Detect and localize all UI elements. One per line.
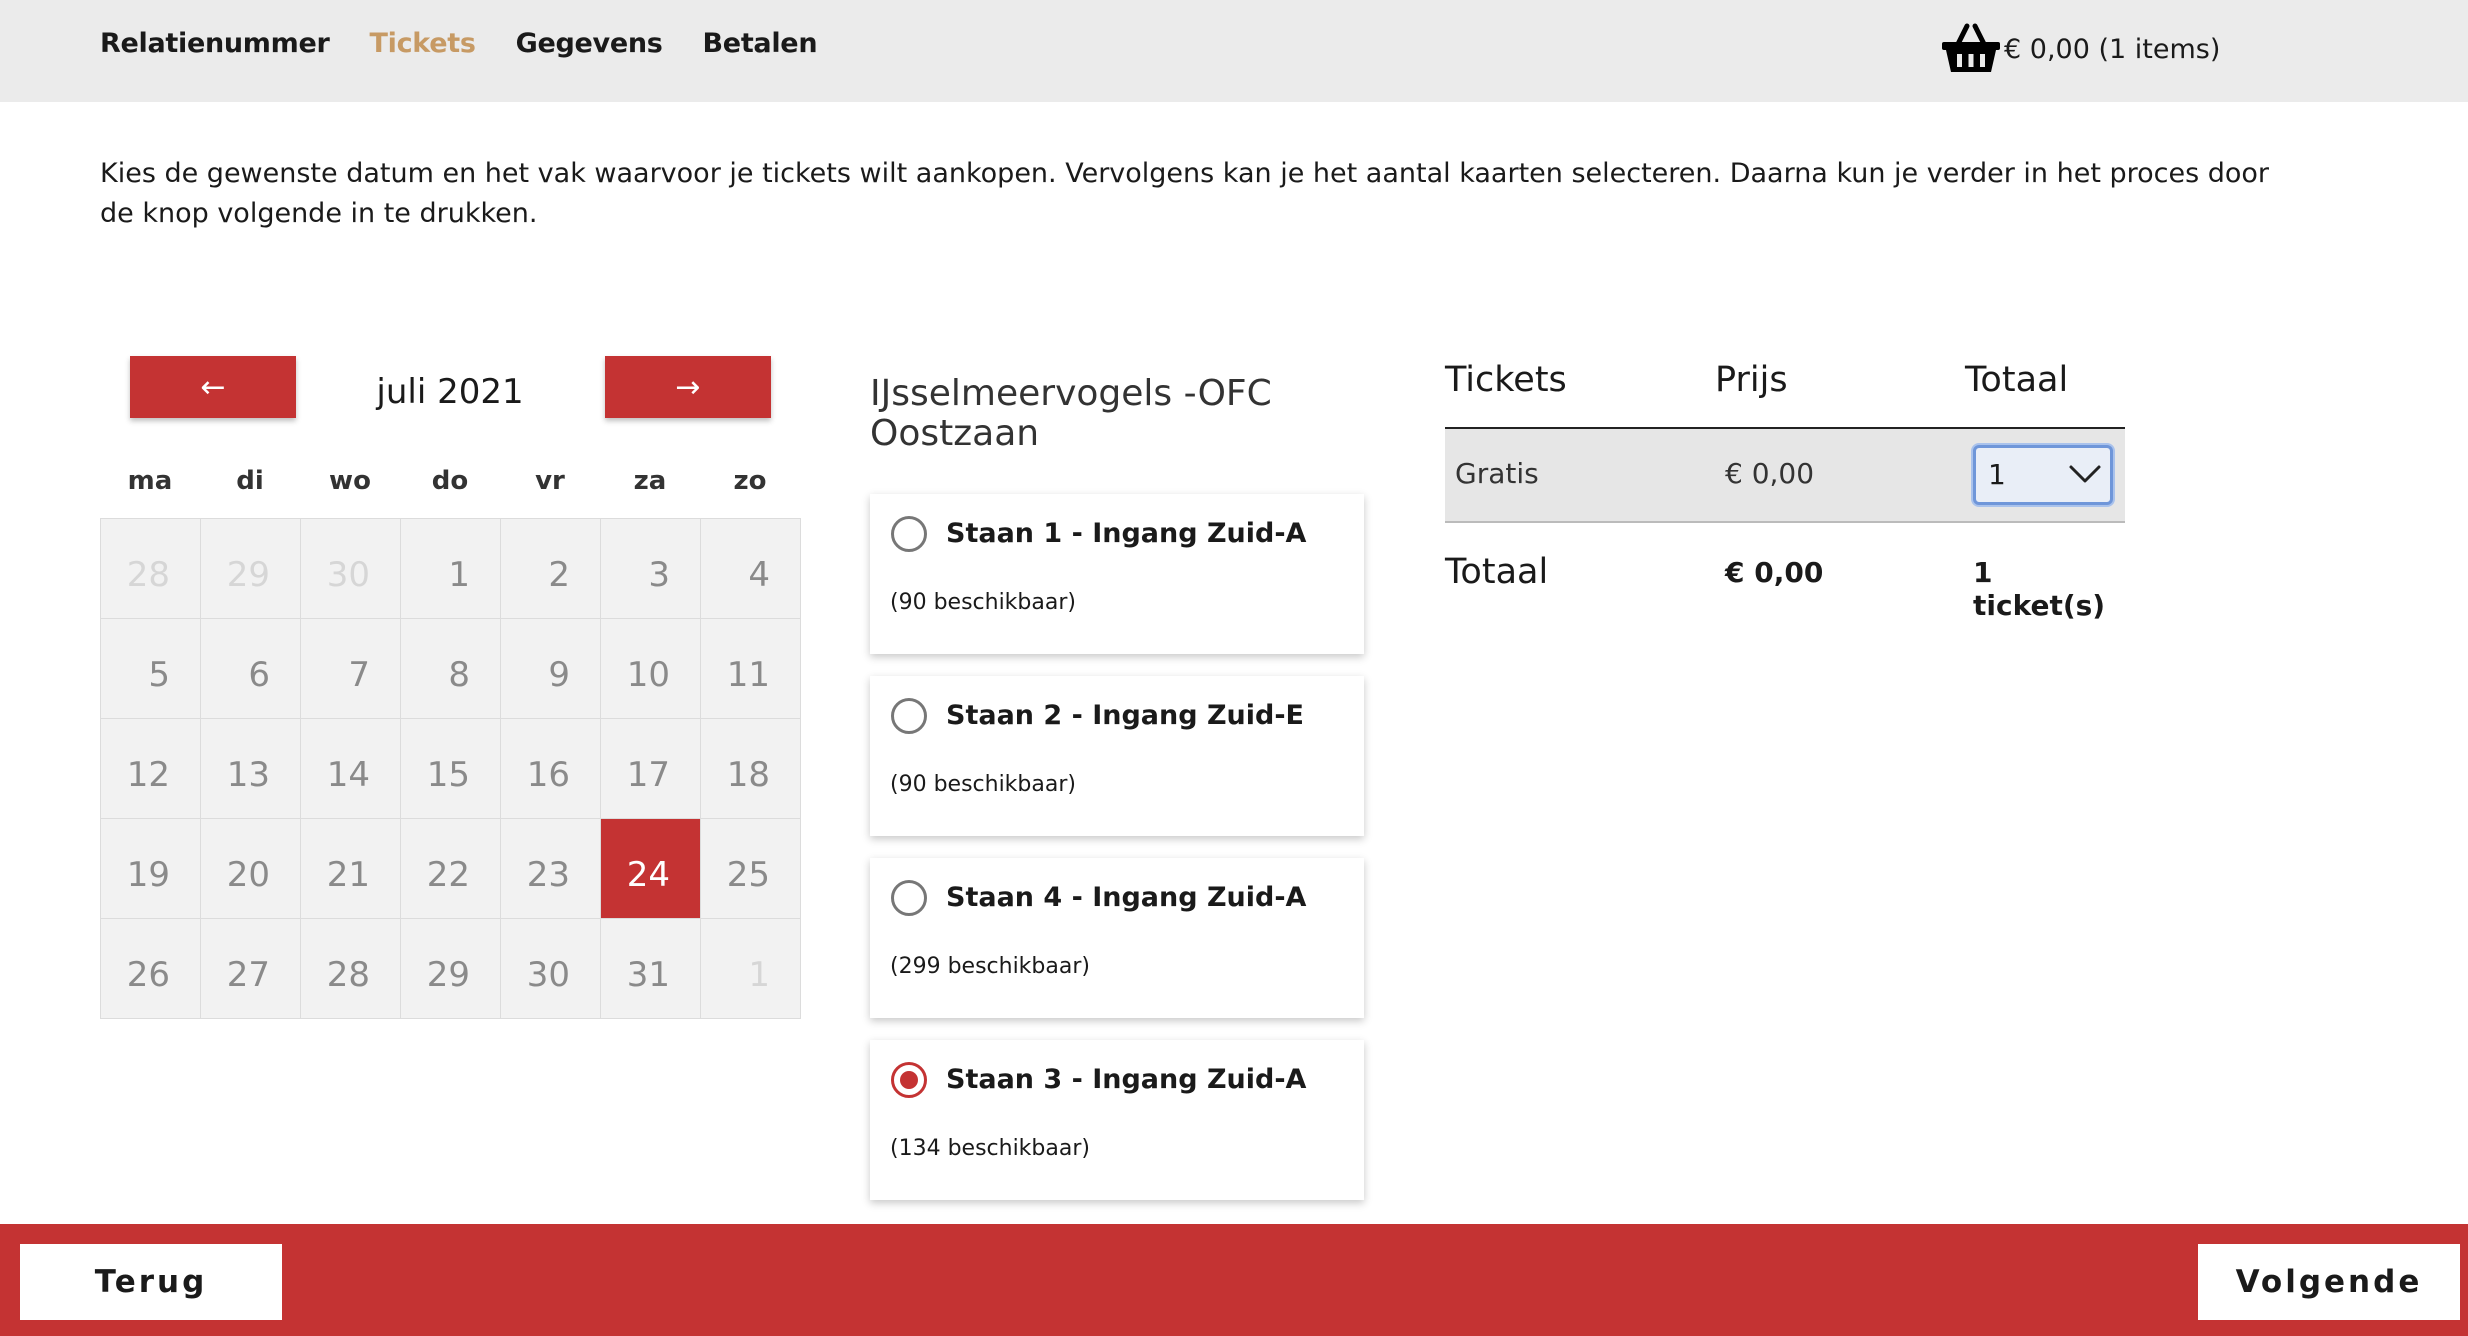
radio-button[interactable] — [891, 880, 927, 916]
nav-item-betalen[interactable]: Betalen — [703, 28, 818, 59]
calendar-day: 29 — [201, 519, 301, 619]
calendar-day: 1 — [701, 919, 801, 1019]
calendar-day[interactable]: 29 — [401, 919, 501, 1019]
quantity-value: 1 — [1988, 458, 2006, 491]
nav-item-relatienummer[interactable]: Relatienummer — [100, 28, 330, 59]
section-availability: (134 beschikbaar) — [890, 1136, 1090, 1161]
section-availability: (90 beschikbaar) — [890, 590, 1076, 615]
calendar-day[interactable]: 22 — [401, 819, 501, 919]
calendar-day[interactable]: 18 — [701, 719, 801, 819]
calendar-day[interactable]: 20 — [201, 819, 301, 919]
calendar-day[interactable]: 31 — [601, 919, 701, 1019]
basket-icon — [1942, 23, 2000, 72]
calendar-day[interactable]: 30 — [501, 919, 601, 1019]
calendar-day[interactable]: 2 — [501, 519, 601, 619]
step-navigation: Relatienummer Tickets Gegevens Betalen — [100, 28, 818, 59]
header-tickets: Tickets — [1445, 360, 1567, 400]
calendar-day[interactable]: 14 — [301, 719, 401, 819]
calendar-day[interactable]: 16 — [501, 719, 601, 819]
calendar-day-grid: 28 29 30 1 2 3 4 5 6 7 8 9 10 11 12 13 14 15 16 17 18 19 20 21 2… — [100, 518, 801, 1019]
ticket-price: € 0,00 — [1725, 457, 1815, 490]
total-label: Totaal — [1445, 552, 1549, 592]
nav-item-tickets[interactable]: Tickets — [370, 28, 476, 59]
ticket-type: Gratis — [1455, 457, 1539, 490]
ticket-table-header: Tickets Prijs Totaal — [1445, 356, 2125, 426]
calendar-day[interactable]: 15 — [401, 719, 501, 819]
nav-item-gegevens[interactable]: Gegevens — [516, 28, 663, 59]
calendar-day[interactable]: 23 — [501, 819, 601, 919]
calendar-day[interactable]: 28 — [301, 919, 401, 1019]
radio-button-checked[interactable] — [891, 1062, 927, 1098]
radio-button[interactable] — [891, 516, 927, 552]
total-ticket-count: 1 ticket(s) — [1973, 556, 2106, 622]
section-option[interactable]: Staan 1 - Ingang Zuid-A (90 beschikbaar) — [870, 494, 1364, 654]
calendar-day[interactable]: 1 — [401, 519, 501, 619]
weekday-label: zo — [733, 466, 767, 496]
calendar-day[interactable]: 21 — [301, 819, 401, 919]
cart-summary: € 0,00 (1 items) — [2004, 33, 2221, 65]
radio-button[interactable] — [891, 698, 927, 734]
calendar-day: 30 — [301, 519, 401, 619]
weekday-label: di — [236, 466, 264, 496]
section-name: Staan 1 - Ingang Zuid-A — [946, 518, 1307, 549]
ticket-total-row: Totaal € 0,00 1 ticket(s) — [1445, 552, 2125, 622]
top-navigation-bar: Relatienummer Tickets Gegevens Betalen €… — [0, 0, 2468, 102]
section-availability: (299 beschikbaar) — [890, 954, 1090, 979]
calendar-day[interactable]: 9 — [501, 619, 601, 719]
table-row: Gratis € 0,00 1 — [1445, 429, 2125, 523]
calendar-day[interactable]: 8 — [401, 619, 501, 719]
match-title: IJsselmeervogels -OFC Oostzaan — [870, 373, 1272, 454]
next-button[interactable]: Volgende — [2198, 1244, 2460, 1320]
header-total: Totaal — [1965, 360, 2069, 400]
calendar-day[interactable]: 19 — [101, 819, 201, 919]
next-month-button[interactable]: → — [605, 356, 771, 418]
calendar-day[interactable]: 4 — [701, 519, 801, 619]
shopping-cart[interactable]: € 0,00 (1 items) — [1940, 14, 2220, 84]
section-name: Staan 3 - Ingang Zuid-A — [946, 1064, 1307, 1095]
calendar-day[interactable]: 17 — [601, 719, 701, 819]
chevron-down-icon — [2069, 465, 2101, 483]
calendar-day[interactable]: 5 — [101, 619, 201, 719]
section-option[interactable]: Staan 2 - Ingang Zuid-E (90 beschikbaar) — [870, 676, 1364, 836]
previous-month-button[interactable]: ← — [130, 356, 296, 418]
back-button[interactable]: Terug — [20, 1244, 282, 1320]
calendar-day-selected[interactable]: 24 — [601, 819, 701, 919]
section-availability: (90 beschikbaar) — [890, 772, 1076, 797]
calendar-day[interactable]: 3 — [601, 519, 701, 619]
weekday-label: za — [633, 466, 667, 496]
weekday-label: wo — [329, 466, 371, 496]
footer-bar: Terug Volgende — [0, 1224, 2468, 1336]
calendar-day[interactable]: 26 — [101, 919, 201, 1019]
calendar-day[interactable]: 10 — [601, 619, 701, 719]
section-name: Staan 2 - Ingang Zuid-E — [946, 700, 1305, 731]
total-price: € 0,00 — [1725, 556, 1824, 589]
section-option[interactable]: Staan 4 - Ingang Zuid-A (299 beschikbaar… — [870, 858, 1364, 1018]
weekday-label: vr — [535, 466, 565, 496]
calendar-day[interactable]: 27 — [201, 919, 301, 1019]
weekday-label: do — [431, 466, 469, 496]
calendar-month-label: juli 2021 — [376, 372, 524, 412]
calendar-weekday-header: ma di wo do vr za zo — [100, 466, 800, 496]
weekday-label: ma — [127, 466, 173, 496]
calendar-day[interactable]: 7 — [301, 619, 401, 719]
section-option-selected[interactable]: Staan 3 - Ingang Zuid-A (134 beschikbaar… — [870, 1040, 1364, 1200]
quantity-select[interactable]: 1 — [1973, 445, 2113, 505]
intro-text: Kies de gewenste datum en het vak waarvo… — [100, 158, 2270, 229]
calendar-day[interactable]: 25 — [701, 819, 801, 919]
calendar-day[interactable]: 12 — [101, 719, 201, 819]
calendar-day[interactable]: 6 — [201, 619, 301, 719]
header-price: Prijs — [1715, 360, 1788, 400]
section-name: Staan 4 - Ingang Zuid-A — [946, 882, 1307, 913]
calendar-day: 28 — [101, 519, 201, 619]
calendar-day[interactable]: 13 — [201, 719, 301, 819]
calendar-day[interactable]: 11 — [701, 619, 801, 719]
